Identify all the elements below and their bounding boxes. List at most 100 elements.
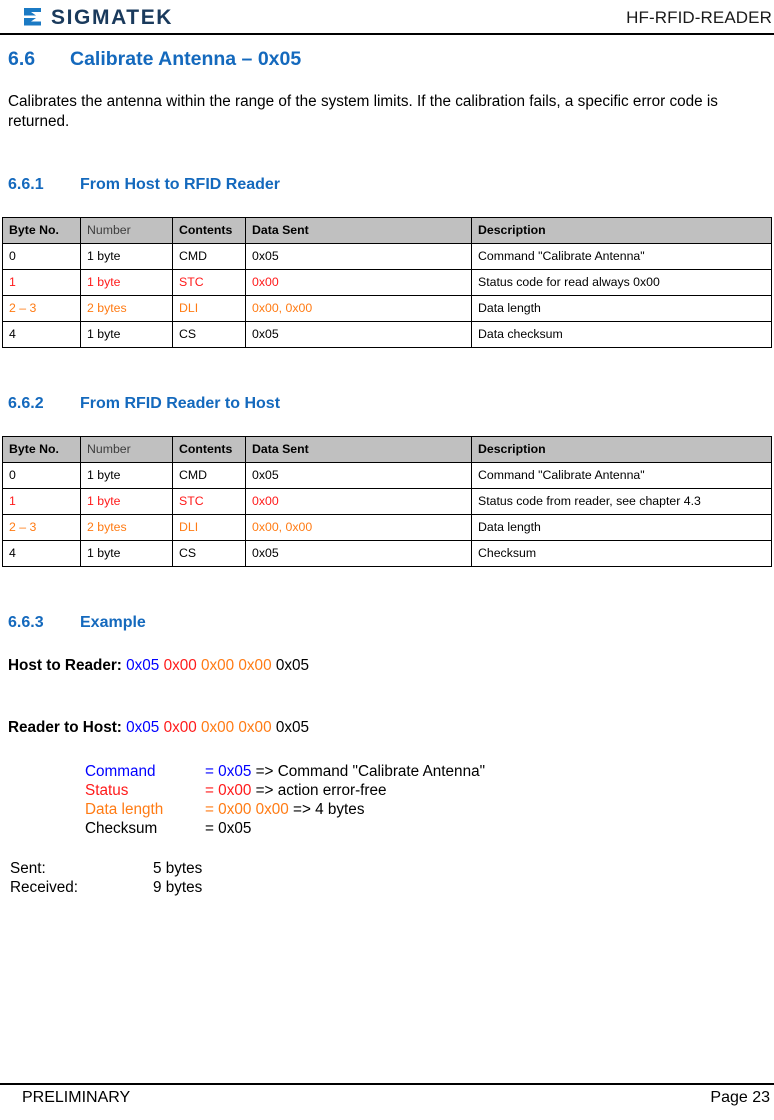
subsection-3-number: 6.6.3: [8, 613, 44, 631]
cell-contents: DLI: [172, 294, 246, 322]
detail-value: = 0x05: [205, 819, 252, 837]
subsection-2-number: 6.6.2: [8, 394, 44, 412]
header-divider: [0, 33, 774, 35]
detail-row: Checksum = 0x05: [85, 820, 485, 839]
example-detail-table: Command = 0x05 => Command "Calibrate Ant…: [85, 763, 485, 839]
th-contents: Contents: [172, 216, 246, 244]
cell-data-sent: 0x05: [245, 539, 472, 567]
byte-value: 0x05: [126, 656, 160, 674]
cell-data-sent: 0x05: [245, 320, 472, 348]
subsection-1-title: From Host to RFID Reader: [80, 175, 281, 193]
table-row: 1 1 byte STC 0x00 Status code from reade…: [2, 487, 772, 515]
cell-byte-no: 2 – 3: [2, 513, 81, 541]
detail-name: Checksum: [85, 819, 158, 837]
cell-number: 1 byte: [80, 461, 173, 489]
byte-value: 0x05: [126, 718, 160, 736]
cell-contents: CS: [172, 539, 246, 567]
byte-value: 0x00: [200, 656, 235, 674]
cell-description: Data length: [471, 294, 772, 322]
subsection-heading-3: 6.6.3 Example: [0, 614, 774, 632]
detail-name: Data length: [85, 800, 164, 818]
cell-description: Command "Calibrate Antenna": [471, 461, 772, 489]
cell-number: 1 byte: [80, 487, 173, 515]
section-intro-text: Calibrates the antenna within the range …: [8, 93, 718, 131]
cell-number: 1 byte: [80, 539, 173, 567]
detail-row: Status = 0x00 => action error-free: [85, 782, 485, 801]
footer-page-number: Page 23: [710, 1089, 770, 1106]
byte-value: 0x00: [238, 718, 272, 736]
cell-description: Status code for read always 0x00: [471, 268, 772, 296]
th-byte-no: Byte No.: [2, 435, 81, 463]
cell-description: Status code from reader, see chapter 4.3: [471, 487, 772, 515]
subsection-heading-1: 6.6.1 From Host to RFID Reader: [0, 176, 774, 194]
cell-data-sent: 0x00, 0x00: [245, 513, 472, 541]
table-row: 1 1 byte STC 0x00 Status code for read a…: [2, 268, 772, 296]
document-page: SIGMATEK HF-RFID-READER 6.6 Calibrate An…: [0, 0, 774, 1120]
cell-number: 2 bytes: [80, 513, 173, 541]
host-to-reader-example: Host to Reader: 0x05 0x00 0x00 0x00 0x05: [0, 657, 774, 675]
byte-value: 0x00: [238, 656, 272, 674]
detail-name: Command: [85, 762, 156, 780]
cell-number: 1 byte: [80, 242, 173, 270]
detail-value: = 0x00 0x00: [205, 800, 289, 818]
totals-label: Received:: [10, 878, 79, 896]
example-totals-table: Sent: 5 bytes Received: 9 bytes: [10, 860, 202, 898]
sigmatek-sigma-logo-icon: [24, 8, 41, 26]
detail-name: Status: [85, 781, 129, 799]
byte-value: 0x05: [275, 718, 309, 736]
cell-data-sent: 0x00: [245, 487, 472, 515]
subsection-2-title: From RFID Reader to Host: [80, 394, 281, 412]
subsection-3-title: Example: [80, 613, 146, 631]
cell-contents: STC: [172, 487, 246, 515]
cell-number: 1 byte: [80, 320, 173, 348]
page-header: SIGMATEK HF-RFID-READER: [0, 0, 774, 36]
totals-value: 5 bytes: [153, 859, 203, 877]
cell-contents: CS: [172, 320, 246, 348]
sigmatek-logo: SIGMATEK: [22, 6, 173, 28]
detail-note: => action error-free: [255, 781, 387, 799]
th-description: Description: [471, 216, 772, 244]
detail-row: Data length = 0x00 0x00 => 4 bytes: [85, 801, 485, 820]
host-to-reader-label: Host to Reader:: [8, 656, 122, 674]
reader-to-host-label: Reader to Host:: [8, 718, 122, 736]
detail-row: Command = 0x05 => Command "Calibrate Ant…: [85, 763, 485, 782]
th-byte-no: Byte No.: [2, 216, 81, 244]
cell-byte-no: 1: [2, 487, 81, 515]
host-to-reader-table-body: 0 1 byte CMD 0x05 Command "Calibrate Ant…: [2, 242, 772, 348]
subsection-heading-2: 6.6.2 From RFID Reader to Host: [0, 395, 774, 413]
byte-value: 0x05: [275, 656, 309, 674]
cell-byte-no: 0: [2, 242, 81, 270]
th-data-sent: Data Sent: [245, 435, 472, 463]
cell-byte-no: 2 – 3: [2, 294, 81, 322]
totals-row: Sent: 5 bytes: [10, 860, 202, 879]
cell-contents: CMD: [172, 461, 246, 489]
byte-value: 0x00: [200, 718, 235, 736]
th-number: Number: [80, 216, 173, 244]
page-footer: PRELIMINARY Page 23: [0, 1089, 774, 1107]
cell-data-sent: 0x05: [245, 461, 472, 489]
cell-data-sent: 0x05: [245, 242, 472, 270]
table-row: 2 – 3 2 bytes DLI 0x00, 0x00 Data length: [2, 294, 772, 322]
table-header-row: Byte No. Number Contents Data Sent Descr…: [2, 435, 772, 463]
reader-to-host-table: Byte No. Number Contents Data Sent Descr…: [2, 435, 772, 567]
cell-data-sent: 0x00: [245, 268, 472, 296]
cell-byte-no: 4: [2, 320, 81, 348]
logo-wordmark: SIGMATEK: [51, 5, 174, 29]
detail-note: => Command "Calibrate Antenna": [255, 762, 486, 780]
table-row: 4 1 byte CS 0x05 Checksum: [2, 539, 772, 567]
th-description: Description: [471, 435, 772, 463]
header-document-title: HF-RFID-READER: [626, 8, 772, 27]
detail-note: => 4 bytes: [293, 800, 365, 818]
detail-value: = 0x00: [205, 781, 252, 799]
table-row: 0 1 byte CMD 0x05 Command "Calibrate Ant…: [2, 242, 772, 270]
th-contents: Contents: [172, 435, 246, 463]
cell-number: 1 byte: [80, 268, 173, 296]
reader-to-host-example: Reader to Host: 0x05 0x00 0x00 0x00 0x05: [0, 719, 774, 737]
cell-description: Checksum: [471, 539, 772, 567]
cell-byte-no: 0: [2, 461, 81, 489]
table-row: 2 – 3 2 bytes DLI 0x00, 0x00 Data length: [2, 513, 772, 541]
cell-byte-no: 1: [2, 268, 81, 296]
cell-description: Command "Calibrate Antenna": [471, 242, 772, 270]
cell-contents: STC: [172, 268, 246, 296]
totals-row: Received: 9 bytes: [10, 879, 202, 898]
